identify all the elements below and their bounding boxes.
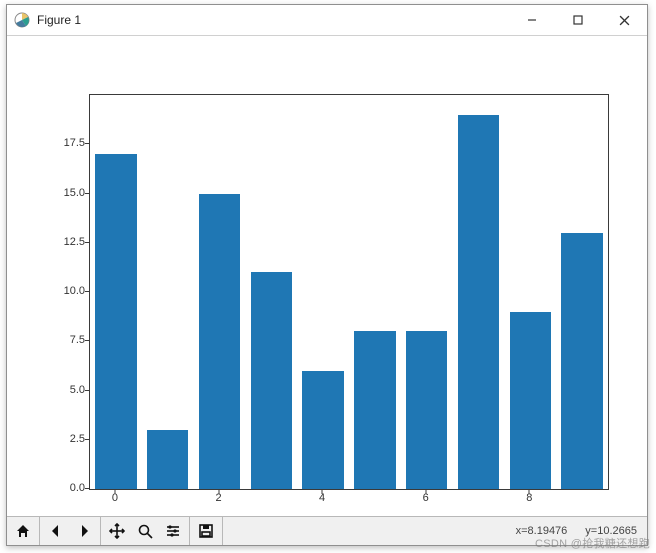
y-tick-label: 12.5 xyxy=(35,236,85,248)
status-y-label: y= xyxy=(585,525,597,537)
figure-window: Figure 1 0.0 2.5 5.0 7.5 10.0 12.5 15.0 17.5 0 2… xyxy=(6,4,648,546)
status-x-value: 8.19476 xyxy=(528,525,568,537)
x-tick-label: 6 xyxy=(416,492,436,504)
bar xyxy=(302,371,343,489)
y-tick-label: 2.5 xyxy=(35,433,85,445)
bar-series xyxy=(90,95,608,489)
close-button[interactable] xyxy=(601,5,647,35)
x-tick-label: 8 xyxy=(519,492,539,504)
nav-toolbar: x=8.19476 y=10.2665 xyxy=(7,516,647,545)
back-button[interactable] xyxy=(42,517,70,545)
bar xyxy=(354,331,395,489)
home-button[interactable] xyxy=(9,517,37,545)
y-tick-label: 15.0 xyxy=(35,187,85,199)
plot-area[interactable]: 0.0 2.5 5.0 7.5 10.0 12.5 15.0 17.5 0 2 4 6 8 xyxy=(7,36,647,516)
y-tick-label: 5.0 xyxy=(35,384,85,396)
titlebar: Figure 1 xyxy=(7,5,647,36)
bar xyxy=(147,430,188,489)
bar xyxy=(406,331,447,489)
save-button[interactable] xyxy=(192,517,220,545)
x-tick-label: 2 xyxy=(209,492,229,504)
window-title: Figure 1 xyxy=(37,13,81,27)
cursor-readout: x=8.19476 y=10.2665 xyxy=(516,517,647,545)
minimize-button[interactable] xyxy=(509,5,555,35)
maximize-button[interactable] xyxy=(555,5,601,35)
bar xyxy=(458,115,499,489)
zoom-button[interactable] xyxy=(131,517,159,545)
pan-button[interactable] xyxy=(103,517,131,545)
axes xyxy=(89,94,609,490)
x-tick-label: 4 xyxy=(312,492,332,504)
configure-subplots-button[interactable] xyxy=(159,517,187,545)
bar xyxy=(95,154,136,489)
x-tick-label: 0 xyxy=(105,492,125,504)
bar xyxy=(251,272,292,489)
y-tick-label: 0.0 xyxy=(35,482,85,494)
y-tick-label: 7.5 xyxy=(35,334,85,346)
matplotlib-icon xyxy=(13,11,31,29)
status-x-label: x= xyxy=(516,525,528,537)
y-tick-label: 10.0 xyxy=(35,285,85,297)
bar xyxy=(510,312,551,489)
forward-button[interactable] xyxy=(70,517,98,545)
y-tick-label: 17.5 xyxy=(35,137,85,149)
bar xyxy=(199,194,240,490)
status-y-value: 10.2665 xyxy=(597,525,637,537)
bar xyxy=(561,233,602,489)
